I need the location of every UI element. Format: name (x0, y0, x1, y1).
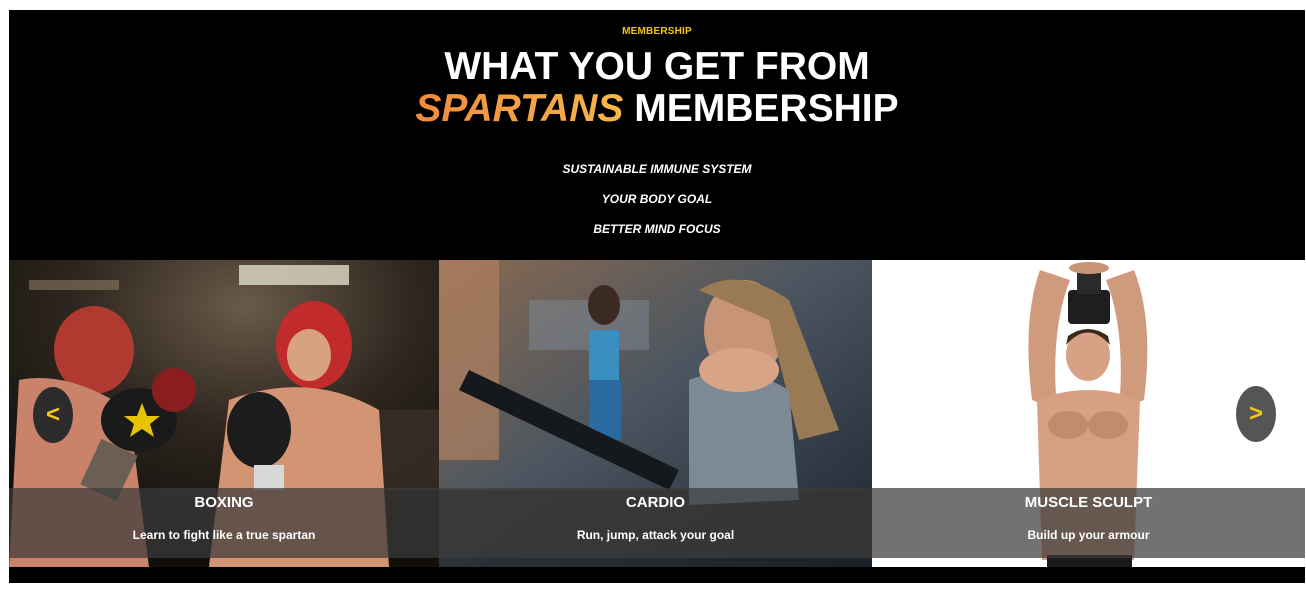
chevron-left-icon: < (45, 401, 60, 428)
program-title: CARDIO (625, 494, 686, 511)
program-description: Build up your armour (1027, 528, 1150, 542)
benefit-item: SUSTAINABLE IMMUNE SYSTEM (562, 162, 752, 176)
chevron-right-icon: > (1248, 400, 1263, 427)
section-heading: WHAT YOU GET FROM SPARTANS MEMBERSHIP (9, 46, 1305, 130)
program-title: MUSCLE SCULPT (1024, 494, 1153, 511)
slider-next-button[interactable]: > (1236, 386, 1276, 442)
program-caption: BOXING Learn to fight like a true sparta… (9, 488, 439, 558)
heading-line-2: MEMBERSHIP (634, 87, 899, 130)
program-slider: BOXING Learn to fight like a true sparta… (9, 260, 1305, 567)
program-card-boxing[interactable]: BOXING Learn to fight like a true sparta… (9, 260, 439, 567)
program-title: BOXING (194, 494, 254, 511)
membership-section: MEMBERSHIP WHAT YOU GET FROM SPARTANS ME… (9, 10, 1305, 583)
section-eyebrow: MEMBERSHIP (622, 26, 692, 37)
benefit-item: YOUR BODY GOAL (601, 192, 713, 206)
benefit-item: BETTER MIND FOCUS (593, 222, 721, 236)
heading-line-1: WHAT YOU GET FROM (444, 45, 870, 88)
section-bottom-bar (9, 567, 1305, 583)
slider-prev-button[interactable]: < (33, 387, 73, 443)
program-caption: MUSCLE SCULPT Build up your armour (872, 488, 1305, 558)
program-card-cardio[interactable]: CARDIO Run, jump, attack your goal (439, 260, 872, 567)
program-description: Run, jump, attack your goal (576, 528, 735, 542)
program-caption: CARDIO Run, jump, attack your goal (439, 488, 872, 558)
program-description: Learn to fight like a true spartan (132, 528, 316, 542)
benefits-list: SUSTAINABLE IMMUNE SYSTEM YOUR BODY GOAL… (9, 160, 1305, 250)
brand-name: SPARTANS (415, 87, 624, 130)
